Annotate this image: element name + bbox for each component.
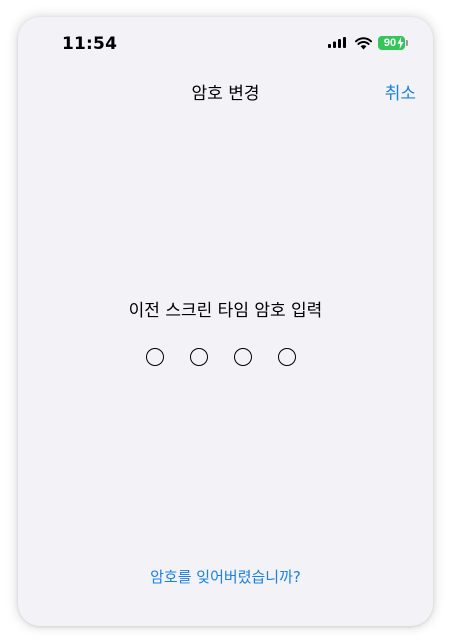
passcode-screen: 11:54 90 암호 변경 취소 이전 스크린 타임 암호 입력 암호를 잊어	[18, 17, 433, 626]
battery-cap	[406, 40, 408, 46]
passcode-dots[interactable]	[146, 348, 296, 366]
battery-icon: 90	[378, 36, 408, 50]
wifi-icon	[355, 36, 372, 49]
passcode-dot-1	[146, 348, 164, 366]
battery-level: 90	[383, 36, 397, 49]
status-time: 11:54	[62, 34, 118, 54]
passcode-dot-3	[234, 348, 252, 366]
passcode-dot-4	[278, 348, 296, 366]
cancel-button[interactable]: 취소	[385, 79, 416, 104]
passcode-dot-2	[190, 348, 208, 366]
status-icons: 90	[328, 36, 408, 50]
charging-bolt-icon	[397, 37, 404, 49]
page-title: 암호 변경	[191, 84, 260, 104]
forgot-passcode-link[interactable]: 암호를 잊어버렸습니까?	[18, 566, 433, 587]
passcode-prompt: 이전 스크린 타임 암호 입력	[128, 301, 323, 321]
signal-icon	[328, 36, 346, 48]
